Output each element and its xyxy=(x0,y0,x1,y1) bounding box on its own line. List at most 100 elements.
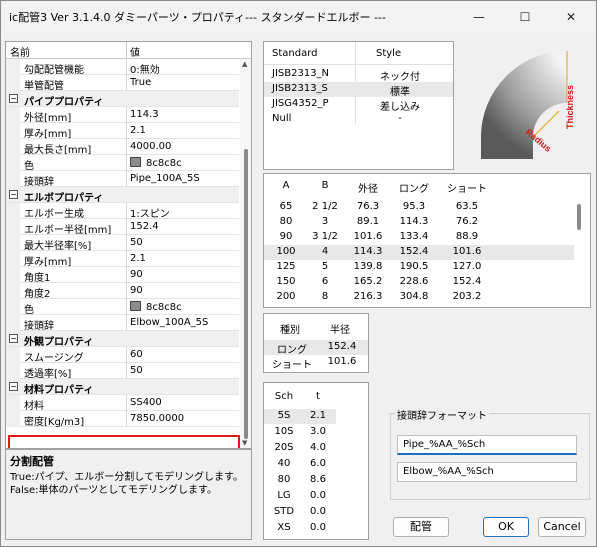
category-row[interactable]: − 外観プロパティ xyxy=(6,331,239,348)
dimension-row[interactable]: 65 2 1/2 76.3 95.3 63.5 xyxy=(264,200,574,215)
thickness-value: 6.0 xyxy=(310,458,326,469)
type-row-short[interactable]: ショート 101.6 xyxy=(264,355,368,371)
property-row[interactable]: 厚み[mm] 2.1 xyxy=(6,123,239,140)
close-button[interactable]: ✕ xyxy=(548,1,594,33)
property-row[interactable]: 外径[mm] 114.3 xyxy=(6,107,239,124)
cancel-button[interactable]: Cancel xyxy=(538,517,586,537)
style-header[interactable]: Style xyxy=(376,48,401,59)
thickness-value: 0.0 xyxy=(310,506,326,517)
schedule-row[interactable]: 5S 2.1 xyxy=(264,409,336,424)
property-row[interactable]: 角度1 90 xyxy=(6,267,239,284)
standard-row[interactable]: JISG4352_P 差し込み xyxy=(264,97,453,113)
dim-header-b[interactable]: B xyxy=(310,180,340,191)
type-header[interactable]: 種別 xyxy=(270,321,310,336)
maximize-button[interactable]: ☐ xyxy=(502,1,548,33)
schedule-row[interactable]: 80 8.6 xyxy=(264,473,336,488)
dimension-row[interactable]: 80 3 89.1 114.3 76.2 xyxy=(264,215,574,230)
property-value[interactable]: 4000.00 xyxy=(130,141,238,152)
piping-button[interactable]: 配管 xyxy=(393,517,449,537)
dimension-scrollbar-thumb[interactable] xyxy=(577,204,581,230)
property-value[interactable]: 2.1 xyxy=(130,125,238,136)
category-row[interactable]: − パイププロパティ xyxy=(6,91,239,108)
property-value-text: 8c8c8c xyxy=(146,158,182,169)
dim-header-short[interactable]: ショート xyxy=(442,180,492,195)
dim-header-a[interactable]: A xyxy=(272,180,300,191)
collapse-icon[interactable]: − xyxy=(9,190,18,199)
property-row[interactable]: 最大半径率[%] 50 xyxy=(6,235,239,252)
property-row[interactable]: 勾配配管機能 0:無効 xyxy=(6,59,239,76)
dim-header-od[interactable]: 外径 xyxy=(350,180,386,195)
minimize-button[interactable]: — xyxy=(456,1,502,33)
property-row[interactable]: エルボー生成 1:スピン xyxy=(6,203,239,220)
property-value[interactable]: Pipe_100A_5S xyxy=(130,173,238,184)
scroll-up-icon[interactable]: ▲ xyxy=(242,60,247,68)
dim-header-long[interactable]: ロング xyxy=(392,180,436,195)
property-row[interactable]: 色 8c8c8c xyxy=(6,155,239,172)
prefix-format-group: 接頭辞フォーマット Pipe_%AA_%Sch Elbow_%AA_%Sch xyxy=(390,407,590,500)
property-value[interactable]: 114.3 xyxy=(130,109,238,120)
property-value[interactable]: 152.4 xyxy=(130,221,238,232)
property-value[interactable]: SS400 xyxy=(130,397,238,408)
pipe-prefix-input[interactable]: Pipe_%AA_%Sch xyxy=(397,435,577,455)
scrollbar-thumb[interactable] xyxy=(244,149,248,439)
dimension-row[interactable]: 150 6 165.2 228.6 152.4 xyxy=(264,275,574,290)
radius-header[interactable]: 半径 xyxy=(316,321,364,336)
ok-button[interactable]: OK xyxy=(483,517,529,537)
property-grid-scrollbar[interactable]: ▲ ▼ xyxy=(240,59,251,448)
property-row[interactable]: 厚み[mm] 2.1 xyxy=(6,251,239,268)
property-value[interactable]: 1:スピン xyxy=(130,205,238,220)
property-value[interactable]: 0:無効 xyxy=(130,61,238,76)
type-row-long[interactable]: ロング 152.4 xyxy=(264,340,368,356)
dimension-row[interactable]: 100 4 114.3 152.4 101.6 xyxy=(264,245,574,260)
property-row[interactable]: 色 8c8c8c xyxy=(6,299,239,316)
property-row[interactable]: 角度2 90 xyxy=(6,283,239,300)
collapse-icon[interactable]: − xyxy=(9,334,18,343)
property-value[interactable]: 8c8c8c xyxy=(130,157,238,169)
color-swatch[interactable] xyxy=(130,301,141,311)
elbow-prefix-input[interactable]: Elbow_%AA_%Sch xyxy=(397,462,577,482)
property-row[interactable]: エルボー半径[mm] 152.4 xyxy=(6,219,239,236)
property-row[interactable]: 単管配管 True xyxy=(6,75,239,92)
property-row[interactable]: スムージング 60 xyxy=(6,347,239,364)
standard-row-selected[interactable]: JISB2313_S 標準 xyxy=(264,82,453,98)
schedule-row[interactable]: XS 0.0 xyxy=(264,521,336,536)
property-value[interactable]: 7850.0000 xyxy=(130,413,238,424)
property-row[interactable]: 接頭辞 Pipe_100A_5S xyxy=(6,171,239,188)
property-value[interactable]: 8c8c8c xyxy=(130,301,238,313)
property-value[interactable]: 60 xyxy=(130,349,238,360)
property-row[interactable]: 最大長さ[mm] 4000.00 xyxy=(6,139,239,156)
property-row[interactable]: 密度[Kg/m3] 7850.0000 xyxy=(6,411,239,428)
property-value[interactable]: 2.1 xyxy=(130,253,238,264)
property-value[interactable]: 90 xyxy=(130,269,238,280)
property-value[interactable]: 50 xyxy=(130,365,238,376)
schedule-row[interactable]: 10S 3.0 xyxy=(264,425,336,440)
property-value[interactable]: Elbow_100A_5S xyxy=(130,317,238,328)
column-divider[interactable] xyxy=(126,42,127,59)
property-row[interactable]: 透過率[%] 50 xyxy=(6,363,239,380)
schedule-row[interactable]: LG 0.0 xyxy=(264,489,336,504)
scroll-down-icon[interactable]: ▼ xyxy=(242,439,247,447)
dimension-row[interactable]: 125 5 139.8 190.5 127.0 xyxy=(264,260,574,275)
property-value[interactable]: True xyxy=(130,77,238,88)
collapse-icon[interactable]: − xyxy=(9,382,18,391)
thickness-header[interactable]: t xyxy=(304,391,332,402)
standard-header[interactable]: Standard xyxy=(272,48,318,59)
property-row[interactable]: 材料 SS400 xyxy=(6,395,239,412)
sch-header[interactable]: Sch xyxy=(270,391,298,402)
schedule-row[interactable]: STD 0.0 xyxy=(264,505,336,520)
category-row[interactable]: − 材料プロパティ xyxy=(6,379,239,396)
standard-row[interactable]: JISB2313_N ネック付 xyxy=(264,67,453,83)
thickness-value: 4.0 xyxy=(310,442,326,453)
standard-row[interactable]: Null - xyxy=(264,112,453,127)
color-swatch[interactable] xyxy=(130,157,141,167)
property-value-text: 114.3 xyxy=(130,109,159,120)
schedule-row[interactable]: 20S 4.0 xyxy=(264,441,336,456)
schedule-row[interactable]: 40 6.0 xyxy=(264,457,336,472)
category-row[interactable]: − エルボプロパティ xyxy=(6,187,239,204)
property-value[interactable]: 90 xyxy=(130,285,238,296)
dimension-row[interactable]: 90 3 1/2 101.6 133.4 88.9 xyxy=(264,230,574,245)
dimension-row[interactable]: 200 8 216.3 304.8 203.2 xyxy=(264,290,574,305)
property-value[interactable]: 50 xyxy=(130,237,238,248)
collapse-icon[interactable]: − xyxy=(9,94,18,103)
property-row[interactable]: 接頭辞 Elbow_100A_5S xyxy=(6,315,239,332)
